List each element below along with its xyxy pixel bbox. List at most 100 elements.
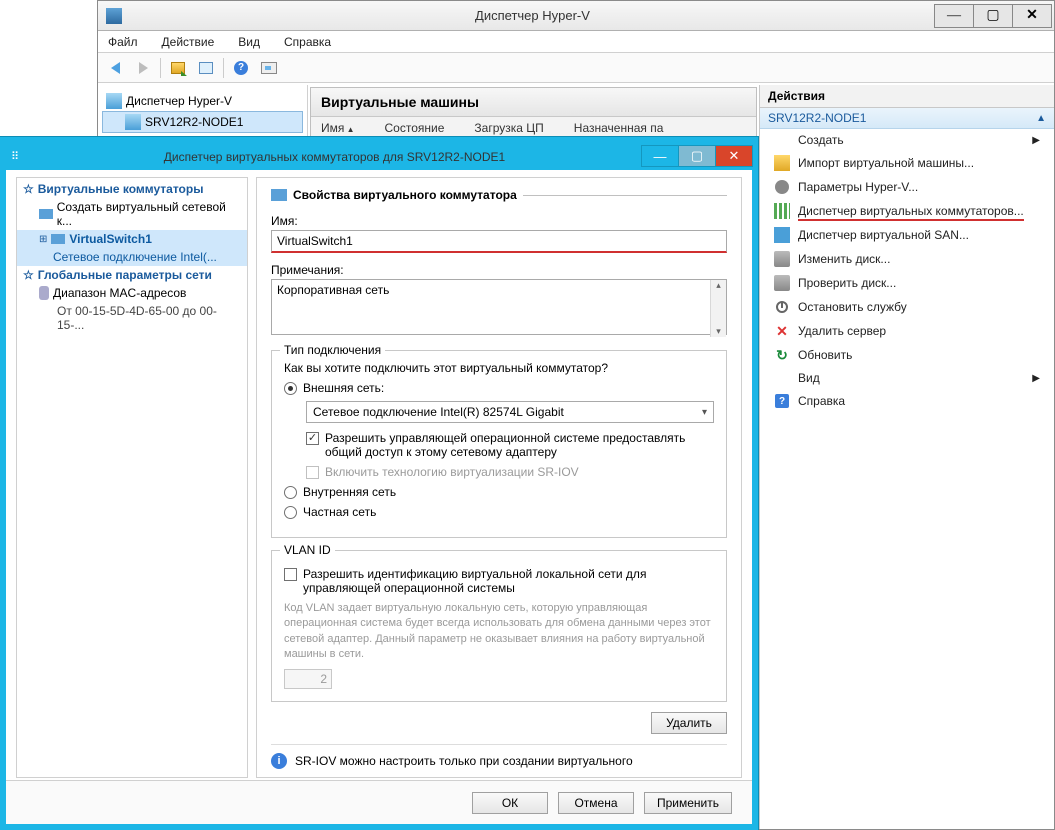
action-edit-disk[interactable]: Изменить диск... bbox=[760, 247, 1054, 271]
col-mem[interactable]: Назначенная па bbox=[574, 121, 664, 135]
action-create[interactable]: Создать ▶ bbox=[760, 129, 1054, 151]
radio-internal[interactable] bbox=[284, 486, 297, 499]
disk-check-icon bbox=[774, 275, 790, 291]
maximize-button[interactable]: ▢ bbox=[973, 4, 1013, 28]
action-refresh-label: Обновить bbox=[798, 348, 852, 362]
vsm-titlebar[interactable]: ⠿ Диспетчер виртуальных коммутаторов для… bbox=[5, 142, 753, 170]
chk-sriov-label: Включить технологию виртуализации SR-IOV bbox=[325, 465, 579, 479]
tree-root[interactable]: Диспетчер Hyper-V bbox=[102, 91, 303, 111]
chk-sriov-row: Включить технологию виртуализации SR-IOV bbox=[306, 465, 714, 479]
vsm-properties-panel: Свойства виртуального коммутатора Имя: П… bbox=[256, 177, 742, 778]
show-vm-button[interactable] bbox=[258, 57, 280, 79]
notes-textarea[interactable] bbox=[271, 279, 727, 335]
chk-vlan-enable[interactable] bbox=[284, 568, 297, 581]
radio-external-row[interactable]: Внешняя сеть: bbox=[284, 381, 714, 395]
vsm-close-button[interactable]: ✕ bbox=[715, 145, 753, 167]
radio-private-row[interactable]: Частная сеть bbox=[284, 505, 714, 519]
radio-private[interactable] bbox=[284, 506, 297, 519]
col-state[interactable]: Состояние bbox=[385, 121, 445, 135]
action-help[interactable]: ? Справка bbox=[760, 389, 1054, 413]
tree-root-label: Диспетчер Hyper-V bbox=[126, 94, 232, 108]
action-import[interactable]: Импорт виртуальной машины... bbox=[760, 151, 1054, 175]
action-view-label: Вид bbox=[798, 371, 820, 385]
col-name[interactable]: Имя bbox=[321, 121, 355, 135]
action-delete-server[interactable]: ✕ Удалить сервер bbox=[760, 319, 1054, 343]
action-params[interactable]: Параметры Hyper-V... bbox=[760, 175, 1054, 199]
nav-back-button[interactable] bbox=[104, 57, 126, 79]
chk-vlan-label: Разрешить идентификацию виртуальной лока… bbox=[303, 567, 714, 595]
nav-fwd-button[interactable] bbox=[132, 57, 154, 79]
action-vswitch[interactable]: Диспетчер виртуальных коммутаторов... bbox=[760, 199, 1054, 223]
action-stop-service[interactable]: Остановить службу bbox=[760, 295, 1054, 319]
collapse-icon: ▲ bbox=[1036, 113, 1046, 124]
action-check-disk-label: Проверить диск... bbox=[798, 276, 896, 290]
tree-mac-sub: От 00-15-5D-4D-65-00 до 00-15-... bbox=[17, 302, 247, 334]
minimize-button[interactable]: — bbox=[934, 4, 974, 28]
radio-internal-row[interactable]: Внутренняя сеть bbox=[284, 485, 714, 499]
action-check-disk[interactable]: Проверить диск... bbox=[760, 271, 1054, 295]
action-edit-disk-label: Изменить диск... bbox=[798, 252, 890, 266]
action-refresh[interactable]: ↻ Обновить bbox=[760, 343, 1054, 367]
scroll-up-icon: ▴ bbox=[711, 280, 726, 291]
menu-help[interactable]: Справка bbox=[280, 33, 335, 51]
toolbar: ? bbox=[98, 53, 1054, 83]
props-heading-row: Свойства виртуального коммутатора bbox=[271, 188, 727, 202]
cancel-button[interactable]: Отмена bbox=[558, 792, 634, 814]
name-label: Имя: bbox=[271, 214, 727, 228]
radio-internal-label: Внутренняя сеть bbox=[303, 485, 396, 499]
vm-list-panel: Виртуальные машины Имя Состояние Загрузк… bbox=[310, 87, 757, 141]
action-vswitch-label: Диспетчер виртуальных коммутаторов... bbox=[798, 204, 1024, 218]
tree-node[interactable]: SRV12R2-NODE1 bbox=[102, 111, 303, 133]
menu-file[interactable]: Файл bbox=[104, 33, 142, 51]
window-title: Диспетчер Hyper-V bbox=[130, 8, 935, 23]
adapter-value: Сетевое подключение Intel(R) 82574L Giga… bbox=[313, 405, 564, 419]
hv-titlebar: Диспетчер Hyper-V — ▢ ✕ bbox=[98, 1, 1054, 31]
menu-action[interactable]: Действие bbox=[158, 33, 219, 51]
actions-node-header[interactable]: SRV12R2-NODE1 ▲ bbox=[760, 108, 1054, 129]
switch-name-input[interactable] bbox=[271, 230, 727, 253]
action-vsan[interactable]: Диспетчер виртуальной SAN... bbox=[760, 223, 1054, 247]
arrow-right-icon bbox=[139, 62, 148, 74]
tree-vs1-label: VirtualSwitch1 bbox=[69, 232, 151, 246]
hv-app-icon bbox=[106, 8, 122, 24]
ok-button[interactable]: ОК bbox=[472, 792, 548, 814]
action-view[interactable]: Вид ▶ bbox=[760, 367, 1054, 389]
vsm-minimize-button[interactable]: — bbox=[641, 145, 679, 167]
tree-switch-conn[interactable]: Сетевое подключение Intel(... bbox=[17, 248, 247, 266]
apply-button[interactable]: Применить bbox=[644, 792, 732, 814]
tree-section-global[interactable]: ☆ Глобальные параметры сети bbox=[17, 266, 247, 284]
radio-external-label: Внешняя сеть: bbox=[303, 381, 384, 395]
tree-switch-virtualswitch1[interactable]: ⊞ VirtualSwitch1 bbox=[17, 230, 247, 248]
scroll-down-icon: ▾ bbox=[711, 326, 726, 337]
tree-section-switches[interactable]: ☆ Виртуальные коммутаторы bbox=[17, 180, 247, 198]
mac-icon bbox=[39, 286, 49, 300]
delete-switch-button[interactable]: Удалить bbox=[651, 712, 727, 734]
chk-mgmt-share[interactable] bbox=[306, 432, 319, 445]
tree-vs1-sub-label: Сетевое подключение Intel(... bbox=[53, 250, 217, 264]
chevron-right-icon: ▶ bbox=[1032, 373, 1040, 384]
tree-node-label: SRV12R2-NODE1 bbox=[145, 115, 243, 129]
arrow-left-icon bbox=[111, 62, 120, 74]
tree-mac-range[interactable]: Диапазон MAC-адресов bbox=[17, 284, 247, 302]
adapter-select[interactable]: Сетевое подключение Intel(R) 82574L Giga… bbox=[306, 401, 714, 423]
chevron-right-icon: ▶ bbox=[1032, 135, 1040, 146]
properties-button[interactable] bbox=[195, 57, 217, 79]
virtual-switch-manager-dialog: ⠿ Диспетчер виртуальных коммутаторов для… bbox=[0, 137, 758, 830]
help-button[interactable]: ? bbox=[230, 57, 252, 79]
action-help-label: Справка bbox=[798, 394, 845, 408]
radio-external[interactable] bbox=[284, 382, 297, 395]
action-create-label: Создать bbox=[798, 133, 844, 147]
sriov-info-note: i SR-IOV можно настроить только при созд… bbox=[271, 753, 727, 769]
up-level-button[interactable] bbox=[167, 57, 189, 79]
action-stop-label: Остановить службу bbox=[798, 300, 907, 314]
menu-view[interactable]: Вид bbox=[234, 33, 264, 51]
actions-pane: Действия SRV12R2-NODE1 ▲ Создать ▶ Импор… bbox=[759, 85, 1054, 829]
col-cpu[interactable]: Загрузка ЦП bbox=[474, 121, 543, 135]
tree-create-switch[interactable]: Создать виртуальный сетевой к... bbox=[17, 198, 247, 230]
textarea-scrollbar[interactable]: ▴▾ bbox=[710, 280, 726, 337]
chk-vlan-row[interactable]: Разрешить идентификацию виртуальной лока… bbox=[284, 567, 714, 595]
vsm-maximize-button[interactable]: ▢ bbox=[678, 145, 716, 167]
close-button[interactable]: ✕ bbox=[1012, 4, 1052, 28]
chk-mgmt-share-row[interactable]: Разрешить управляющей операционной систе… bbox=[306, 431, 714, 459]
conn-legend: Тип подключения bbox=[280, 343, 385, 357]
